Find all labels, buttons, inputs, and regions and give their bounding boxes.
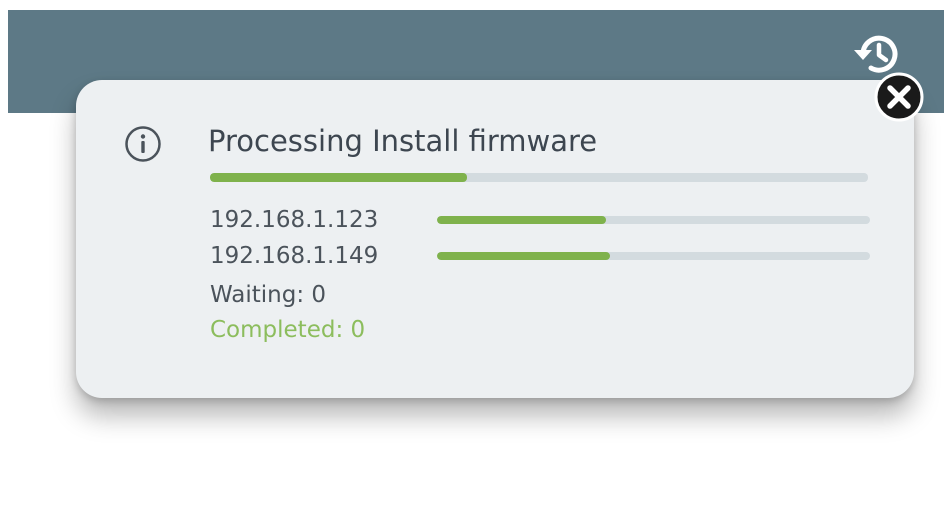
overall-progress-fill bbox=[210, 173, 467, 182]
host-row: 192.168.1.149 bbox=[210, 240, 870, 272]
close-popup-button[interactable] bbox=[874, 72, 924, 122]
completed-count: Completed: 0 bbox=[210, 317, 366, 343]
host-address: 192.168.1.123 bbox=[210, 207, 379, 233]
info-icon bbox=[124, 125, 162, 163]
close-icon bbox=[874, 72, 924, 122]
host-progress-bar bbox=[437, 252, 870, 260]
waiting-count: Waiting: 0 bbox=[210, 282, 327, 308]
host-progress-bar bbox=[437, 216, 870, 224]
popup-title: Processing Install firmware bbox=[208, 124, 598, 158]
host-progress-fill bbox=[437, 252, 611, 260]
host-address: 192.168.1.149 bbox=[210, 243, 379, 269]
host-row: 192.168.1.123 bbox=[210, 204, 870, 236]
host-progress-fill bbox=[437, 216, 606, 224]
overall-progress-bar bbox=[210, 173, 868, 182]
page-edge bbox=[0, 0, 8, 512]
